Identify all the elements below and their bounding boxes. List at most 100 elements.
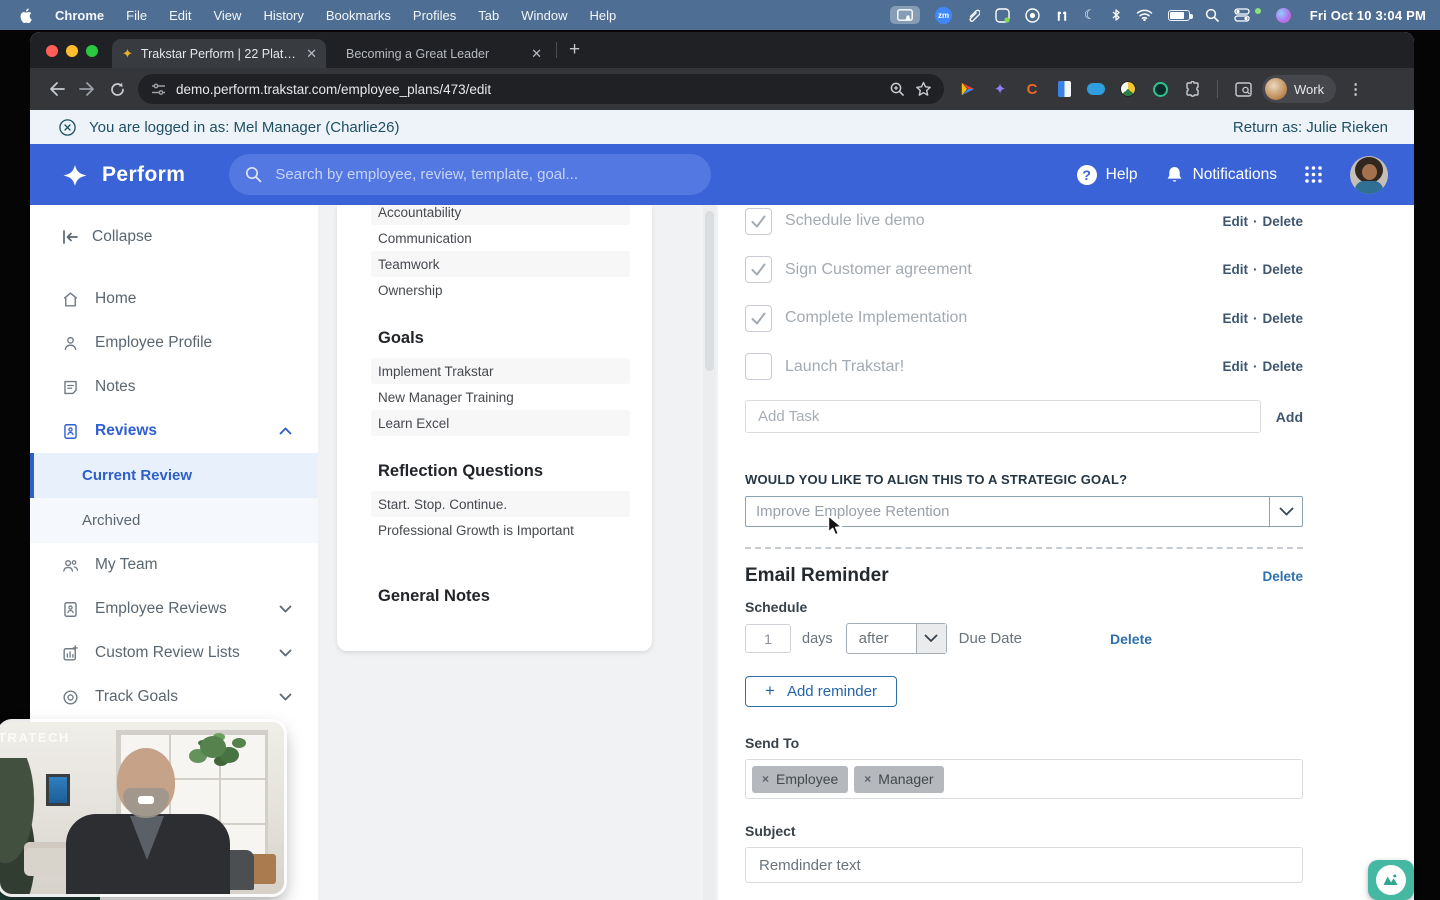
return-as-link[interactable]: Return as: Julie Rieken: [1233, 119, 1388, 136]
side-panel-icon[interactable]: [1234, 80, 1252, 98]
add-task-input[interactable]: [745, 400, 1261, 433]
close-window-button[interactable]: [46, 45, 58, 57]
remove-tag-icon[interactable]: ×: [864, 772, 871, 786]
focus-moon-icon[interactable]: ☾: [1084, 7, 1096, 23]
tab-close-icon[interactable]: ✕: [531, 47, 542, 60]
tab-becoming-a-great-leader[interactable]: Becoming a Great Leader ✕: [326, 39, 552, 68]
menu-history[interactable]: History: [263, 8, 303, 23]
delete-schedule-link[interactable]: Delete: [1110, 631, 1152, 647]
task-checkbox-checked[interactable]: [745, 256, 772, 283]
sidebar-item-my-team[interactable]: My Team: [30, 543, 318, 587]
menu-view[interactable]: View: [213, 8, 241, 23]
sidebar-item-track-goals[interactable]: Track Goals: [30, 675, 318, 719]
url-text[interactable]: demo.perform.trakstar.com/employee_plans…: [176, 82, 879, 97]
sidebar-item-employee-profile[interactable]: Employee Profile: [30, 321, 318, 365]
notifications-button[interactable]: Notifications: [1165, 165, 1277, 185]
address-bar[interactable]: demo.perform.trakstar.com/employee_plans…: [138, 74, 944, 104]
recipient-tag-employee[interactable]: × Employee: [752, 766, 848, 793]
battery-icon[interactable]: [1168, 10, 1190, 21]
extension-pie-icon[interactable]: [1119, 80, 1137, 98]
password-manager-icon[interactable]: [995, 8, 1010, 23]
control-center-icon[interactable]: [1234, 8, 1250, 22]
paperclip-icon[interactable]: [967, 8, 980, 22]
sidebar-item-employee-reviews[interactable]: Employee Reviews: [30, 587, 318, 631]
outline-item[interactable]: New Manager Training: [371, 384, 630, 410]
sidebar-item-home[interactable]: Home: [30, 277, 318, 321]
extension-sparkle-icon[interactable]: ✦: [991, 80, 1009, 98]
outline-item[interactable]: Implement Trakstar: [371, 358, 630, 384]
days-input[interactable]: [745, 624, 791, 653]
menubar-clock[interactable]: Fri Oct 10 3:04 PM: [1310, 8, 1426, 23]
user-avatar[interactable]: [1350, 156, 1388, 194]
task-delete-link[interactable]: Delete: [1262, 359, 1303, 374]
menu-edit[interactable]: Edit: [169, 8, 191, 23]
recorder-widget-button[interactable]: [1368, 860, 1414, 900]
site-settings-icon[interactable]: [151, 83, 166, 96]
webcam-overlay[interactable]: ITRATECH: [0, 722, 284, 894]
minimize-window-button[interactable]: [66, 45, 78, 57]
sidebar-item-archived[interactable]: Archived: [30, 498, 318, 543]
sidebar-item-custom-review-lists[interactable]: Custom Review Lists: [30, 631, 318, 675]
global-search[interactable]: [229, 154, 711, 195]
task-delete-link[interactable]: Delete: [1262, 214, 1303, 229]
forward-icon[interactable]: [72, 74, 102, 104]
scrollbar[interactable]: [703, 205, 716, 900]
menu-tab[interactable]: Tab: [478, 8, 499, 23]
zoom-app-icon[interactable]: zm: [935, 7, 952, 24]
scrollbar-thumb[interactable]: [705, 211, 714, 371]
remove-tag-icon[interactable]: ×: [762, 772, 769, 786]
send-to-input[interactable]: × Employee × Manager: [745, 759, 1303, 799]
menu-file[interactable]: File: [126, 8, 147, 23]
add-task-button[interactable]: Add: [1276, 409, 1303, 425]
task-edit-link[interactable]: Edit: [1222, 214, 1248, 229]
task-delete-link[interactable]: Delete: [1262, 311, 1303, 326]
chrome-menu-icon[interactable]: ⋮: [1348, 80, 1363, 98]
new-tab-button[interactable]: +: [569, 39, 580, 61]
tab-close-icon[interactable]: ✕: [306, 47, 317, 60]
extension-green-ring-icon[interactable]: [1151, 80, 1169, 98]
outline-item[interactable]: Communication: [371, 225, 630, 251]
menu-bookmarks[interactable]: Bookmarks: [326, 8, 391, 23]
bookmark-star-icon[interactable]: [915, 81, 932, 97]
zoom-page-icon[interactable]: [889, 81, 905, 97]
subject-input[interactable]: [745, 847, 1303, 883]
spotlight-icon[interactable]: [1205, 8, 1219, 22]
wifi-icon[interactable]: [1136, 9, 1153, 21]
sidebar-item-reviews[interactable]: Reviews: [30, 409, 318, 453]
apple-logo-icon[interactable]: [20, 8, 33, 23]
chrome-profile-button[interactable]: Work: [1262, 75, 1336, 103]
extension-cloud-icon[interactable]: [1087, 80, 1105, 98]
sidebar-item-current-review[interactable]: Current Review: [30, 453, 318, 498]
task-delete-link[interactable]: Delete: [1262, 262, 1303, 277]
add-reminder-button[interactable]: + Add reminder: [745, 676, 897, 707]
extension-doc-icon[interactable]: [1055, 80, 1073, 98]
reload-icon[interactable]: [102, 74, 132, 104]
menu-chrome[interactable]: Chrome: [55, 8, 104, 23]
chevron-down-icon[interactable]: [1269, 497, 1302, 526]
extension-arrow-icon[interactable]: [959, 80, 977, 98]
delete-reminder-link[interactable]: Delete: [1262, 569, 1303, 584]
screen-mirroring-icon[interactable]: [890, 6, 920, 24]
collapse-button[interactable]: Collapse: [30, 205, 318, 246]
outline-item[interactable]: Learn Excel: [371, 410, 630, 436]
bluetooth-icon[interactable]: [1111, 8, 1121, 22]
outline-item[interactable]: Start. Stop. Continue.: [371, 491, 630, 517]
dismiss-banner-icon[interactable]: [59, 119, 76, 136]
outline-item[interactable]: Accountability: [371, 205, 630, 225]
outline-item[interactable]: Professional Growth is Important: [371, 517, 630, 543]
task-checkbox-unchecked[interactable]: [745, 353, 772, 380]
task-checkbox-checked[interactable]: [745, 208, 772, 235]
task-edit-link[interactable]: Edit: [1222, 262, 1248, 277]
task-edit-link[interactable]: Edit: [1222, 311, 1248, 326]
before-after-select[interactable]: after: [846, 623, 947, 654]
outline-item[interactable]: Ownership: [371, 277, 630, 303]
recipient-tag-manager[interactable]: × Manager: [854, 766, 943, 793]
extensions-puzzle-icon[interactable]: [1183, 80, 1201, 98]
search-input[interactable]: [275, 166, 695, 183]
sidebar-item-notes[interactable]: Notes: [30, 365, 318, 409]
task-checkbox-checked[interactable]: [745, 305, 772, 332]
airpods-icon[interactable]: [1055, 9, 1069, 22]
menu-window[interactable]: Window: [521, 8, 567, 23]
tab-trakstar-perform[interactable]: ✦ Trakstar Perform | 22 Platform ✕: [112, 39, 326, 68]
help-button[interactable]: ? Help: [1077, 165, 1138, 185]
